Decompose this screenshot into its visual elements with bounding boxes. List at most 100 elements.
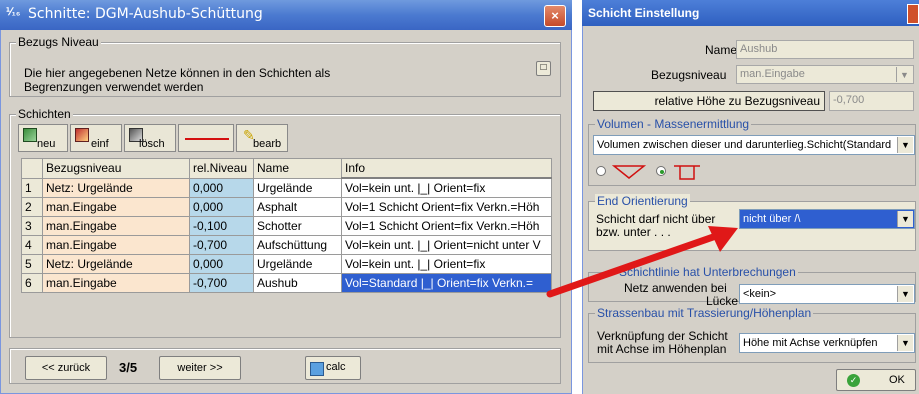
rechteck-icon [674,165,700,180]
chevron-down-icon[interactable]: ▼ [897,286,913,302]
cell-bezugsniveau[interactable]: Netz: Urgelände [42,254,190,274]
window-title: Schnitte: DGM-Aushub-Schüttung [28,6,263,22]
column-header-info[interactable]: Info [341,158,552,179]
cell-info[interactable]: Vol=kein unt. |_| Orient=nicht unter V [341,235,552,255]
red-line-icon [185,138,229,140]
cell-rel-niveau[interactable]: -0,100 [189,216,254,236]
line-style-button[interactable] [178,124,234,152]
neu-label: neu [37,138,56,150]
schichten-table: Bezugsniveau rel.Niveau Name Info 1 Netz… [21,158,552,293]
cell-bezugsniveau[interactable]: man.Eingabe [42,216,190,236]
table-row[interactable]: 4 man.Eingabe -0,700 Aufschüttung Vol=ke… [21,235,552,255]
chevron-down-icon[interactable]: ▼ [897,335,913,351]
neu-button[interactable]: neu [18,124,68,152]
table-header-row: Bezugsniveau rel.Niveau Name Info [21,158,552,179]
strassenbau-title: Strassenbau mit Trassierung/Höhenplan [595,306,814,320]
row-number-header [21,158,43,179]
bezugs-text-line1: Die hier angegebenen Netze können in den… [24,66,331,80]
cell-info[interactable]: Vol=kein unt. |_| Orient=fix [341,177,552,198]
einf-button[interactable]: einf [70,124,122,152]
back-button[interactable]: << zurück [25,356,107,380]
close-icon[interactable] [907,4,919,24]
cell-rel-niveau[interactable]: 0,000 [189,177,254,198]
chevron-down-icon[interactable]: ▼ [897,137,913,153]
row-number: 2 [21,197,43,217]
cell-bezugsniveau[interactable]: man.Eingabe [42,197,190,217]
cell-name[interactable]: Asphalt [253,197,342,217]
table-row[interactable]: 1 Netz: Urgelände 0,000 Urgelände Vol=ke… [21,177,552,198]
bezugsniveau-label: Bezugsniveau [651,68,727,82]
cell-name[interactable]: Urgelände [253,254,342,274]
einf-icon [75,128,89,142]
bezugs-text-line2: Begrenzungen verwendet werden [24,80,204,94]
schicht-einstellung-titlebar[interactable]: Schicht Einstellung [582,0,919,26]
cell-rel-niveau[interactable]: 0,000 [189,197,254,217]
column-header-rel-niveau[interactable]: rel.Niveau [189,158,254,179]
table-row[interactable]: 5 Netz: Urgelände 0,000 Urgelände Vol=ke… [21,254,552,274]
radio-rechteck[interactable] [656,166,666,176]
bezugsniveau-combo[interactable]: man.Eingabe ▼ [736,65,914,84]
chevron-down-icon[interactable]: ▼ [897,211,913,227]
verknuepfung-combo[interactable]: Höhe mit Achse verknüpfen ▼ [739,333,915,353]
cell-name[interactable]: Urgelände [253,177,342,198]
radio-trapez[interactable] [596,166,606,176]
verknuepfung-value: Höhe mit Achse verknüpfen [743,337,878,349]
check-icon: ✓ [847,374,860,387]
row-number: 6 [21,273,43,293]
bezugsniveau-value: man.Eingabe [740,68,805,80]
cell-bezugsniveau[interactable]: man.Eingabe [42,273,190,293]
cell-rel-niveau[interactable]: -0,700 [189,235,254,255]
page-indicator: 3/5 [119,360,138,375]
annotation-arrow [546,226,738,298]
name-label: Name [705,43,738,57]
cell-info[interactable]: Vol=1 Schicht Orient=fix Verkn.=Höh [341,216,552,236]
maximize-button[interactable]: □ [536,61,551,76]
column-header-name[interactable]: Name [253,158,342,179]
cell-rel-niveau[interactable]: 0,000 [189,254,254,274]
schnitte-titlebar[interactable]: ⅟₁₆ Schnitte: DGM-Aushub-Schüttung × [0,0,572,30]
volumen-value: Volumen zwischen dieser und darunterlieg… [597,139,892,151]
cell-info[interactable]: Vol=kein unt. |_| Orient=fix [341,254,552,274]
volumen-combo[interactable]: Volumen zwischen dieser und darunterlieg… [593,135,915,155]
losch-button[interactable]: lösch [124,124,176,152]
next-button[interactable]: weiter >> [159,356,241,380]
column-header-bezugsniveau[interactable]: Bezugsniveau [42,158,190,179]
ok-button[interactable]: ✓ OK [836,369,916,391]
cell-name[interactable]: Aufschüttung [253,235,342,255]
bearb-label: bearb [253,138,282,150]
calculator-icon [310,362,324,376]
cell-info[interactable]: Vol=1 Schicht Orient=fix Verkn.=Höh [341,197,552,217]
calc-button[interactable]: calc [305,356,361,380]
table-row[interactable]: 2 man.Eingabe 0,000 Asphalt Vol=1 Schich… [21,197,552,217]
row-number: 3 [21,216,43,236]
cell-bezugsniveau[interactable]: Netz: Urgelände [42,177,190,198]
end-orientierung-combo[interactable]: nicht über /\ ▼ [739,209,915,229]
bezugs-niveau-title: Bezugs Niveau [16,35,101,49]
row-number: 1 [21,177,43,198]
dialog-title: Schicht Einstellung [588,6,700,20]
table-row[interactable]: 3 man.Eingabe -0,100 Schotter Vol=1 Schi… [21,216,552,236]
relative-hoehe-button[interactable]: relative Höhe zu Bezugsniveau [593,91,825,111]
volumen-group-title: Volumen - Massenermittlung [595,117,752,131]
schichten-title: Schichten [16,107,73,121]
cell-rel-niveau[interactable]: -0,700 [189,273,254,293]
calc-label: calc [326,361,346,373]
row-number: 5 [21,254,43,274]
netz-combo[interactable]: <kein> ▼ [739,284,915,304]
ok-label: OK [889,374,905,386]
verkn-label-line1: Verknüpfung der Schicht [597,329,728,343]
verkn-label-line2: mit Achse im Höhenplan [597,342,727,356]
cell-name[interactable]: Schotter [253,216,342,236]
cell-bezugsniveau[interactable]: man.Eingabe [42,235,190,255]
close-button[interactable]: × [544,5,566,27]
cell-name[interactable]: Aushub [253,273,342,293]
cell-info[interactable]: Vol=Standard |_| Orient=fix Verkn.= [341,273,552,293]
table-row-selected[interactable]: 6 man.Eingabe -0,700 Aushub Vol=Standard… [21,273,552,293]
name-field[interactable]: Aushub [736,40,914,59]
chevron-down-icon[interactable]: ▼ [896,67,912,82]
bearb-button[interactable]: ✎ bearb [236,124,288,152]
end-orientierung-title: End Orientierung [595,194,690,208]
losch-label: lösch [139,138,165,150]
trapez-down-icon [612,165,646,179]
relative-hoehe-field[interactable]: -0,700 [829,91,914,111]
